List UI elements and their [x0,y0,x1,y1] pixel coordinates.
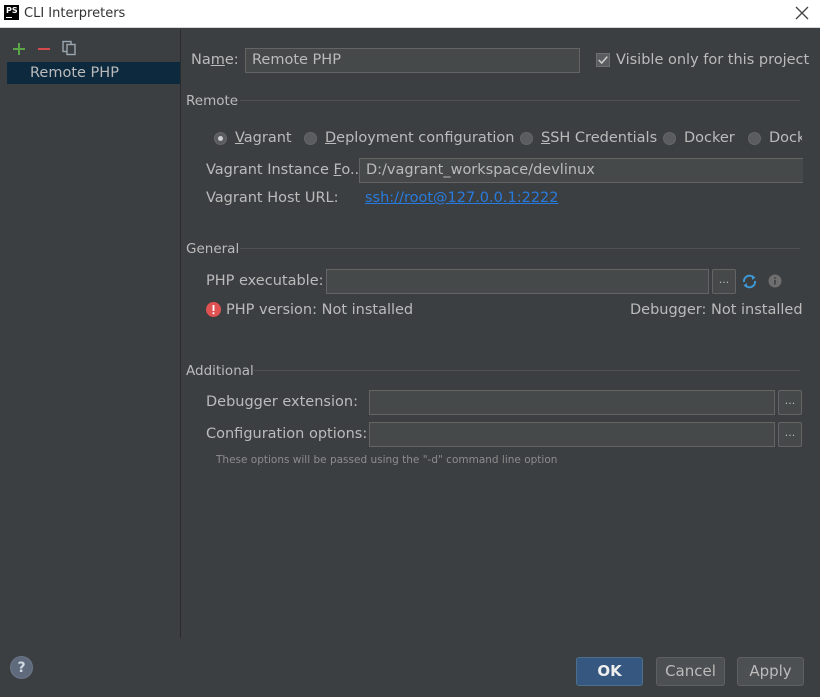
remove-icon[interactable] [36,41,52,57]
vagrant-instance-input[interactable]: D:/vagrant_workspace/devlinux [359,158,803,183]
radio-docker-compose-label: Dock [769,130,802,146]
name-input[interactable]: Remote PHP [245,48,580,73]
radio-vagrant[interactable] [214,132,227,145]
php-executable-browse-button[interactable]: ... [712,269,736,294]
vagrant-host-label: Vagrant Host URL: [206,190,339,206]
php-executable-input[interactable] [326,269,709,294]
remote-section-title: Remote [186,93,239,109]
title-bar: PS CLI Interpreters [0,0,820,28]
phpstorm-app-icon: PS [4,5,19,20]
radio-vagrant-label: Vagrant [235,130,292,146]
php-version-status: PHP version: Not installed [226,302,414,318]
radio-ssh[interactable] [520,132,533,145]
ok-button[interactable]: OK [576,657,643,686]
help-button[interactable]: ? [10,656,33,679]
radio-deployment[interactable] [304,132,317,145]
debugger-extension-label: Debugger extension: [206,394,358,410]
window-title: CLI Interpreters [24,6,126,21]
cancel-button[interactable]: Cancel [656,657,725,686]
apply-button[interactable]: Apply [737,657,804,686]
close-icon[interactable] [794,5,810,21]
configuration-options-label: Configuration options: [206,426,368,442]
radio-ssh-label: SSH Credentials [541,130,658,146]
add-icon[interactable] [11,41,27,57]
radio-docker-label: Docker [684,130,735,146]
visible-only-label: Visible only for this project [616,52,810,68]
general-section-title: General [186,241,240,257]
configuration-options-input[interactable] [369,422,775,447]
reload-icon[interactable] [741,273,758,290]
visible-only-checkbox[interactable] [596,53,610,67]
additional-section-title: Additional [186,363,254,379]
checkmark-icon [598,56,608,65]
name-label: Name: [191,52,239,68]
sidebar-item-remote-php[interactable]: Remote PHP [7,62,180,84]
remote-divider [240,100,800,101]
radio-docker[interactable] [663,132,676,145]
configuration-options-browse-button[interactable]: ... [778,422,802,447]
radio-docker-compose[interactable] [748,132,761,145]
copy-icon[interactable] [61,40,77,56]
error-icon [206,302,221,317]
info-icon[interactable] [768,274,782,288]
radio-deployment-label: Deployment configuration [325,130,515,146]
debugger-extension-browse-button[interactable]: ... [778,390,802,415]
vagrant-host-link[interactable]: ssh://root@127.0.0.1:2222 [365,190,559,206]
php-executable-label: PHP executable: [206,273,324,289]
additional-divider [254,370,800,371]
debugger-status: Debugger: Not installed [630,302,803,318]
general-divider [240,248,800,249]
interpreter-list-panel [0,29,181,638]
configuration-options-hint: These options will be passed using the "… [216,454,558,466]
vagrant-instance-label: Vagrant Instance Fo... [206,162,364,178]
debugger-extension-input[interactable] [369,390,775,415]
